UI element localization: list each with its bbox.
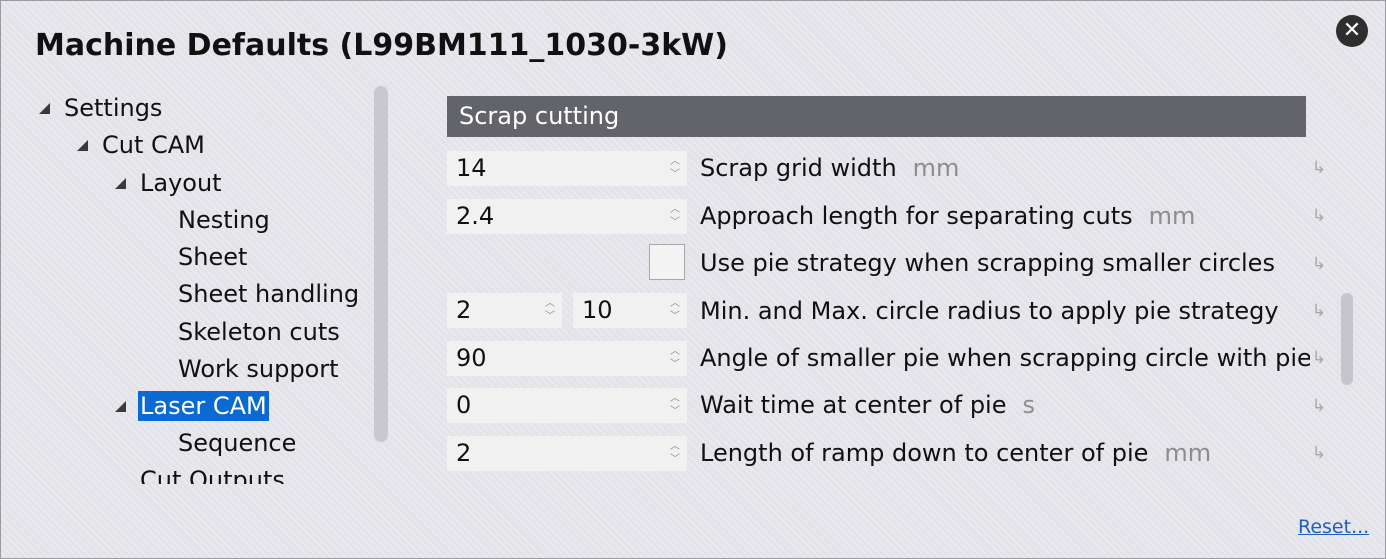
reset-row-icon[interactable]: ↳ (1310, 443, 1328, 463)
label-text: Approach length for separating cuts (700, 202, 1133, 230)
max-radius-spinner[interactable]: 10 ︿ ﹀ (573, 293, 687, 328)
chevron-up-icon[interactable]: ︿ (670, 156, 680, 167)
tree-item-work-support[interactable]: Work support (178, 354, 339, 384)
spinner-value[interactable]: 2.4 (456, 199, 494, 234)
tree-item-sheet[interactable]: Sheet (178, 242, 247, 272)
spinner-arrows[interactable]: ︿ ﹀ (670, 155, 680, 181)
tree-item-label: Sequence (178, 429, 297, 457)
chevron-down-icon[interactable]: ﹀ (670, 169, 680, 180)
field-label: Scrap grid width mm (700, 151, 1310, 186)
chevron-up-icon[interactable]: ︿ (670, 441, 680, 452)
spinner-arrows[interactable]: ︿ ﹀ (670, 345, 680, 371)
chevron-up-icon[interactable]: ︿ (670, 298, 680, 309)
spinner-arrows[interactable]: ︿ ﹀ (670, 297, 680, 323)
wait-time-spinner[interactable]: 0 ︿ ﹀ (447, 388, 687, 423)
spinner-arrows[interactable]: ︿ ﹀ (545, 297, 555, 323)
tree-scrollbar[interactable] (374, 86, 388, 442)
unit-label: mm (912, 154, 960, 182)
ramp-length-spinner[interactable]: 2 ︿ ﹀ (447, 436, 687, 471)
pie-angle-spinner[interactable]: 90 ︿ ﹀ (447, 341, 687, 376)
dialog-title: Machine Defaults (L99BM111_1030-3kW) (35, 28, 728, 63)
reset-row-icon[interactable]: ↳ (1310, 396, 1328, 416)
chevron-up-icon[interactable]: ︿ (670, 393, 680, 404)
reset-row-icon[interactable]: ↳ (1310, 158, 1328, 178)
tree-item-nesting[interactable]: Nesting (178, 205, 270, 235)
field-label: Angle of smaller pie when scrapping circ… (700, 341, 1310, 376)
chevron-down-icon[interactable]: ﹀ (670, 454, 680, 465)
tree-item-label: Cut CAM (102, 131, 205, 159)
reset-row-icon[interactable]: ↳ (1310, 301, 1328, 321)
field-label: Use pie strategy when scrapping smaller … (700, 246, 1310, 281)
spinner-value[interactable]: 2 (456, 293, 471, 328)
label-text: Use pie strategy when scrapping smaller … (700, 249, 1275, 277)
spinner-value[interactable]: 0 (456, 388, 471, 423)
label-text: Angle of smaller pie when scrapping circ… (700, 344, 1310, 372)
spinner-value[interactable]: 10 (582, 293, 613, 328)
tree-expand-icon[interactable] (115, 401, 126, 412)
tree-item-label: Layout (140, 169, 222, 197)
tree-item-label: Cut Outputs (140, 466, 285, 484)
spinner-value[interactable]: 90 (456, 341, 487, 376)
close-icon: ✕ (1342, 18, 1362, 43)
tree-item-label: Sheet (178, 243, 248, 271)
chevron-down-icon[interactable]: ﹀ (670, 311, 680, 322)
chevron-up-icon[interactable]: ︿ (545, 298, 555, 309)
spinner-value[interactable]: 2 (456, 436, 471, 471)
reset-row-icon[interactable]: ↳ (1310, 206, 1328, 226)
chevron-down-icon[interactable]: ﹀ (545, 311, 555, 322)
tree-expand-icon[interactable] (115, 178, 126, 189)
tree-item-label: Settings (64, 94, 163, 122)
unit-label: mm (1148, 202, 1196, 230)
tree-item-label: Work support (178, 355, 339, 383)
label-text: Min. and Max. circle radius to apply pie… (700, 297, 1279, 325)
field-label: Approach length for separating cuts mm (700, 199, 1310, 234)
close-button[interactable]: ✕ (1336, 15, 1368, 47)
reset-row-icon[interactable]: ↳ (1310, 348, 1328, 368)
tree-item-label: Nesting (178, 206, 270, 234)
chevron-down-icon[interactable]: ﹀ (670, 406, 680, 417)
label-text: Scrap grid width (700, 154, 897, 182)
section-header: Scrap cutting (447, 96, 1306, 137)
chevron-down-icon[interactable]: ﹀ (670, 217, 680, 228)
tree-item-sequence[interactable]: Sequence (178, 428, 296, 458)
spinner-arrows[interactable]: ︿ ﹀ (670, 203, 680, 229)
spinner-arrows[interactable]: ︿ ﹀ (670, 392, 680, 418)
pie-strategy-checkbox[interactable] (649, 244, 685, 280)
chevron-up-icon[interactable]: ︿ (670, 204, 680, 215)
tree-item-label: Laser CAM (138, 391, 269, 421)
spinner-value[interactable]: 14 (456, 151, 487, 186)
tree-item-skeleton-cuts[interactable]: Skeleton cuts (178, 317, 340, 347)
spinner-arrows[interactable]: ︿ ﹀ (670, 440, 680, 466)
field-label: Wait time at center of pie s (700, 388, 1310, 423)
tree-item-label: Skeleton cuts (178, 318, 340, 346)
tree-expand-icon[interactable] (77, 140, 88, 151)
label-text: Wait time at center of pie (700, 391, 1007, 419)
tree-expand-icon[interactable] (39, 103, 50, 114)
tree-item-sheet-handling[interactable]: Sheet handling (178, 279, 359, 309)
scrap-grid-width-spinner[interactable]: 14 ︿ ﹀ (447, 151, 687, 186)
chevron-up-icon[interactable]: ︿ (670, 346, 680, 357)
unit-label: s (1022, 391, 1035, 419)
chevron-down-icon[interactable]: ﹀ (670, 359, 680, 370)
approach-length-spinner[interactable]: 2.4 ︿ ﹀ (447, 199, 687, 234)
field-label: Length of ramp down to center of pie mm (700, 436, 1310, 471)
settings-tree: Settings Cut CAM Layout Nesting Sheet Sh… (30, 88, 375, 484)
tree-item-label: Sheet handling (178, 280, 360, 308)
content-scrollbar[interactable] (1341, 293, 1353, 385)
unit-label: mm (1164, 439, 1212, 467)
reset-row-icon[interactable]: ↳ (1310, 254, 1328, 274)
reset-link[interactable]: Reset... (1298, 516, 1369, 538)
field-label: Min. and Max. circle radius to apply pie… (700, 294, 1310, 329)
tree-item-cut-outputs[interactable]: Cut Outputs (140, 465, 285, 484)
min-radius-spinner[interactable]: 2 ︿ ﹀ (447, 293, 562, 328)
label-text: Length of ramp down to center of pie (700, 439, 1149, 467)
